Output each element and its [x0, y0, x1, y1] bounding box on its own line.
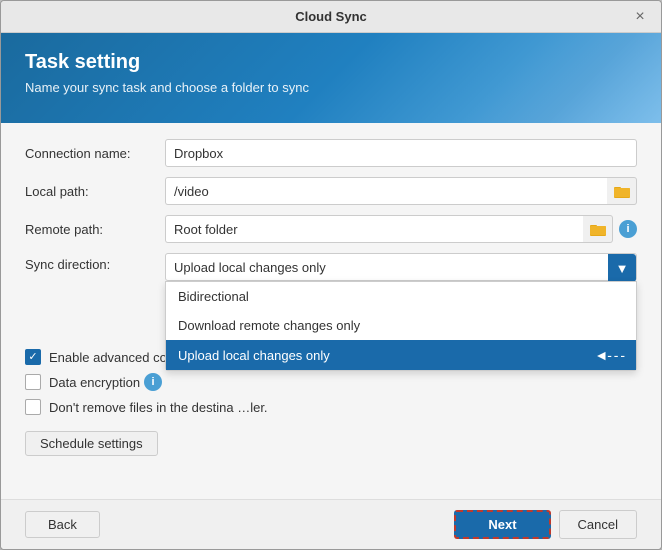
checkbox-encryption-label: Data encryption	[49, 375, 140, 390]
dropdown-option-bidirectional[interactable]: Bidirectional	[166, 282, 636, 311]
selected-indicator: ◄- - -	[594, 347, 624, 363]
folder-icon	[614, 184, 630, 198]
encryption-info-button[interactable]: i	[144, 373, 162, 391]
folder-icon	[590, 222, 606, 236]
local-path-input-group	[165, 177, 637, 205]
next-button[interactable]: Next	[454, 510, 550, 539]
dropdown-arrow-icon: ▼	[608, 254, 636, 282]
form-area: Connection name: Local path: Remote path…	[1, 123, 661, 499]
remote-path-label: Remote path:	[25, 222, 165, 237]
local-path-folder-button[interactable]	[607, 177, 637, 205]
header-title: Task setting	[25, 51, 637, 74]
checkbox-noremove-label: Don't remove files in the destina …ler.	[49, 400, 268, 415]
footer: Back Next Cancel	[1, 499, 661, 549]
remote-path-folder-button[interactable]	[583, 215, 613, 243]
remote-path-row: Remote path: i	[25, 215, 637, 243]
footer-right-buttons: Next Cancel	[454, 510, 637, 539]
sync-direction-select-wrapper: Upload local changes only ▼ Bidirectiona…	[165, 253, 637, 281]
local-path-row: Local path:	[25, 177, 637, 205]
connection-name-label: Connection name:	[25, 146, 165, 161]
header-banner: Task setting Name your sync task and cho…	[1, 33, 661, 123]
remote-path-input[interactable]	[165, 215, 583, 243]
sync-direction-select[interactable]: Upload local changes only ▼	[165, 253, 637, 281]
close-button[interactable]: ×	[631, 8, 649, 26]
header-subtitle: Name your sync task and choose a folder …	[25, 80, 637, 95]
connection-name-row: Connection name:	[25, 139, 637, 167]
connection-name-input[interactable]	[165, 139, 637, 167]
checkbox-encryption[interactable]	[25, 374, 41, 390]
dropdown-option-download[interactable]: Download remote changes only	[166, 311, 636, 340]
checkbox-encryption-row: Data encryption i	[25, 373, 637, 391]
dropdown-option-upload[interactable]: Upload local changes only ◄- - -	[166, 340, 636, 370]
back-button[interactable]: Back	[25, 511, 100, 538]
sync-direction-dropdown: Bidirectional Download remote changes on…	[165, 281, 637, 371]
title-bar: Cloud Sync ×	[1, 1, 661, 33]
sync-direction-row: Sync direction: Upload local changes onl…	[25, 253, 637, 281]
cloud-sync-window: Cloud Sync × Task setting Name your sync…	[0, 0, 662, 550]
remote-path-input-group	[165, 215, 613, 243]
checkbox-noremove[interactable]	[25, 399, 41, 415]
local-path-input[interactable]	[165, 177, 607, 205]
local-path-label: Local path:	[25, 184, 165, 199]
window-title: Cloud Sync	[31, 9, 631, 24]
checkbox-consistency[interactable]	[25, 349, 41, 365]
schedule-settings-button[interactable]: Schedule settings	[25, 431, 158, 456]
sync-direction-value: Upload local changes only	[174, 260, 326, 275]
remote-path-info-button[interactable]: i	[619, 220, 637, 238]
sync-direction-label: Sync direction:	[25, 253, 165, 272]
checkbox-noremove-row: Don't remove files in the destina …ler.	[25, 399, 637, 415]
cancel-button[interactable]: Cancel	[559, 510, 637, 539]
